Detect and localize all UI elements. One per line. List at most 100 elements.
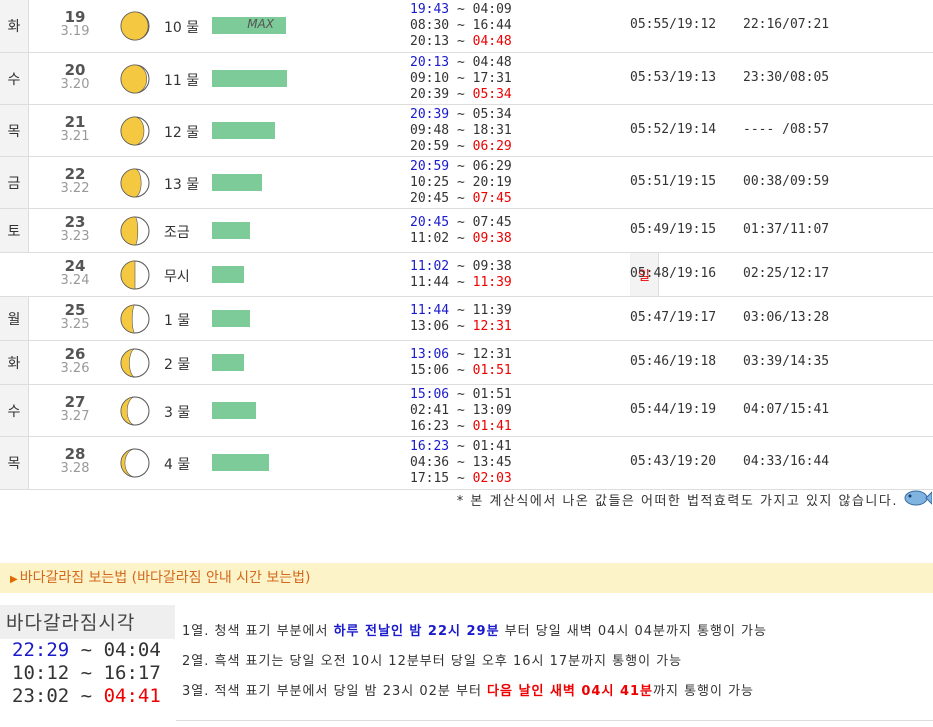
moonrise-moonset: ---- /08:57 [743, 121, 830, 137]
parting-times: 16:23 ~ 01:41 04:36 ~ 13:45 17:15 ~ 02:03 [410, 439, 560, 487]
time-range: 15:06 ~ 01:51 [410, 386, 512, 402]
time-start: 16:23 [410, 418, 450, 434]
time-end: 09:38 [472, 258, 512, 274]
weekday-cell: 수 [0, 53, 29, 104]
time-end: 05:34 [472, 106, 512, 122]
time-end: 11:39 [472, 274, 512, 290]
parting-times: 20:13 ~ 04:48 09:10 ~ 17:31 20:39 ~ 05:34 [410, 55, 560, 103]
time-start: 13:06 [410, 346, 450, 362]
time-range: 09:48 ~ 18:31 [410, 122, 512, 138]
tide-level-label: 조금 [164, 224, 190, 241]
tide-level-label: 10 물 [164, 20, 200, 36]
time-end: 01:41 [472, 439, 512, 454]
time-range: 02:41 ~ 13:09 [410, 402, 512, 418]
sunrise-sunset: 05:49/19:15 [630, 221, 717, 237]
time-start: 11:02 [410, 258, 450, 274]
guide-box: 바다갈라짐시각 22:29 ~ 04:04 10:12 ~ 16:17 23:02 … [0, 605, 175, 727]
time-end: 05:34 [472, 86, 512, 102]
time-end: 01:51 [472, 386, 512, 402]
lunar-date: 3.20 [60, 76, 90, 92]
time-range: 04:36 ~ 13:45 [410, 455, 512, 470]
sunrise-sunset: 05:44/19:19 [630, 401, 717, 417]
tide-bar [212, 69, 287, 87]
sunrise-sunset: 05:43/19:20 [630, 454, 717, 469]
time-range: 20:59 ~ 06:29 [410, 138, 512, 154]
date-cell: 19 3.19 [50, 8, 100, 39]
table-row: 수 27 3.27 3 물 15:06 ~ 01:51 02:41 ~ 13:09… [0, 385, 933, 437]
tide-bar [212, 121, 275, 139]
lunar-date: 3.25 [60, 316, 90, 332]
date-cell: 22 3.22 [50, 165, 100, 196]
guide-time-line: 23:02 ~ 04:41 [12, 685, 161, 707]
time-range: 15:06 ~ 01:51 [410, 362, 512, 378]
moonrise-moonset: 04:33/16:44 [743, 454, 830, 469]
time-start: 20:45 [410, 214, 450, 230]
lunar-date: 3.27 [60, 408, 90, 424]
moonrise-moonset: 00:38/09:59 [743, 173, 830, 189]
lunar-date: 3.22 [60, 180, 90, 196]
time-start: 09:48 [410, 122, 450, 138]
parting-times: 11:02 ~ 09:38 11:44 ~ 11:39 [410, 259, 560, 291]
tide-bar: MAX [212, 17, 286, 34]
tide-bar [212, 401, 256, 419]
time-start: 11:44 [410, 274, 450, 290]
time-range: 16:23 ~ 01:41 [410, 418, 512, 434]
time-end: 02:03 [472, 471, 512, 486]
parting-times: 19:43 ~ 04:09 08:30 ~ 16:44 20:13 ~ 04:48 [410, 2, 560, 50]
howto-title: 바다갈라짐 보는법 (바다갈라짐 안내 시간 보는법) [19, 570, 311, 586]
parting-times: 20:45 ~ 07:45 11:02 ~ 09:38 [410, 215, 560, 247]
guide-line-2: 2열. 흑색 표기는 당일 오전 10시 12분부터 당일 오후 16시 17분… [182, 654, 683, 669]
time-end: 06:29 [472, 138, 512, 154]
sunrise-sunset: 05:51/19:15 [630, 173, 717, 189]
moon-phase-icon [120, 216, 150, 246]
table-row: 월 25 3.25 1 물 11:44 ~ 11:39 13:06 ~ 12:31… [0, 297, 933, 341]
moonrise-moonset: 23:30/08:05 [743, 69, 830, 85]
time-start: 08:30 [410, 18, 450, 33]
max-label: MAX [247, 17, 274, 31]
time-start: 10:25 [410, 174, 450, 190]
time-range: 11:02 ~ 09:38 [410, 230, 512, 246]
tide-level-label: 13 물 [164, 176, 200, 193]
time-range: 20:45 ~ 07:45 [410, 190, 512, 206]
time-end: 20:19 [472, 174, 512, 190]
time-end: 18:31 [472, 122, 512, 138]
time-start: 02:41 [410, 402, 450, 418]
date-cell: 27 3.27 [50, 393, 100, 424]
time-range: 20:13 ~ 04:48 [410, 54, 512, 70]
time-range: 20:45 ~ 07:45 [410, 214, 512, 230]
time-range: 13:06 ~ 12:31 [410, 318, 512, 334]
time-range: 20:39 ~ 05:34 [410, 86, 512, 102]
fish-icon[interactable] [902, 487, 932, 509]
lunar-date: 3.28 [60, 461, 90, 476]
moon-phase-icon [120, 116, 150, 146]
date-cell: 24 3.24 [50, 257, 100, 288]
time-range: 20:13 ~ 04:48 [410, 34, 512, 49]
moon-phase-icon [120, 64, 150, 94]
sunrise-sunset: 05:53/19:13 [630, 69, 717, 85]
moon-phase-icon [120, 168, 150, 198]
time-end: 04:09 [472, 2, 512, 17]
moonrise-moonset: 03:06/13:28 [743, 309, 830, 325]
time-range: 08:30 ~ 16:44 [410, 18, 512, 33]
time-start: 20:39 [410, 86, 450, 102]
time-start: 20:59 [410, 158, 450, 174]
table-row: 목 28 3.28 4 물 16:23 ~ 01:41 04:36 ~ 13:45… [0, 437, 933, 490]
time-start: 20:13 [410, 54, 450, 70]
tide-bar [212, 221, 250, 239]
time-start: 11:44 [410, 302, 450, 318]
tide-level-label: 12 물 [164, 124, 200, 141]
tide-bar [212, 353, 244, 371]
time-range: 19:43 ~ 04:09 [410, 2, 512, 17]
time-end: 01:41 [472, 418, 512, 434]
time-end: 07:45 [472, 190, 512, 206]
moon-phase-icon [120, 348, 150, 378]
time-start: 15:06 [410, 386, 450, 402]
moon-phase-icon [120, 260, 150, 290]
time-range: 11:44 ~ 11:39 [410, 302, 512, 318]
time-start: 19:43 [410, 2, 450, 17]
weekday-cell: 금 [0, 157, 29, 208]
time-start: 20:13 [410, 34, 450, 49]
parting-times: 15:06 ~ 01:51 02:41 ~ 13:09 16:23 ~ 01:41 [410, 387, 560, 435]
tide-bar [212, 454, 269, 471]
weekday-cell: 목 [0, 437, 29, 489]
